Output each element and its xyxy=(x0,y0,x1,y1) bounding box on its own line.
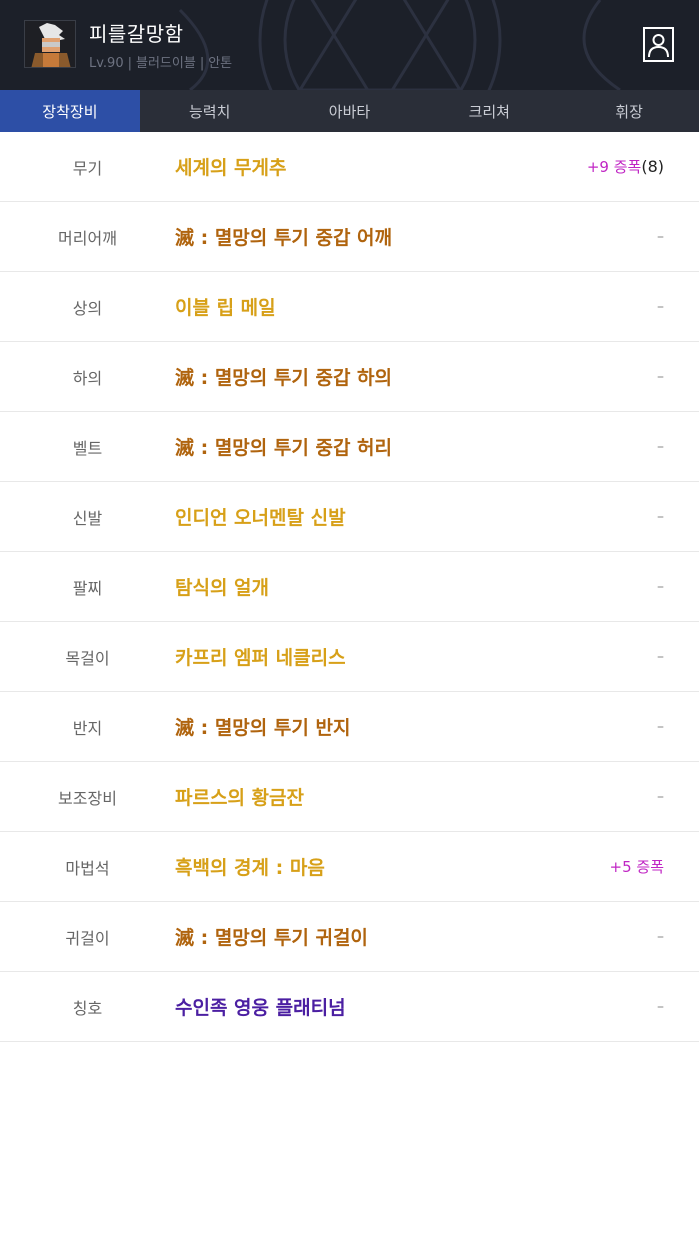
equipment-row[interactable]: 신발 인디언 오너멘탈 신발 – xyxy=(0,482,699,552)
character-avatar[interactable] xyxy=(24,20,76,68)
info-separator: | xyxy=(127,56,132,71)
empty-indicator: – xyxy=(657,998,664,1015)
empty-indicator: – xyxy=(657,298,664,315)
tab-emblem[interactable]: 휘장 xyxy=(559,90,699,132)
equipment-row[interactable]: 귀걸이 滅 : 멸망의 투기 귀걸이 – xyxy=(0,902,699,972)
equipment-list: 무기 세계의 무게추 +9 증폭(8) 머리어깨 滅 : 멸망의 투기 중갑 어깨 – 상의… xyxy=(0,132,699,1042)
empty-indicator: – xyxy=(657,578,664,595)
slot-label: 상의 xyxy=(72,298,103,318)
character-portrait-icon xyxy=(25,21,75,67)
amplify-value: +5 증폭 xyxy=(609,858,664,876)
item-name[interactable]: 흑백의 경계 : 마음 xyxy=(175,853,325,880)
profile-icon xyxy=(648,34,669,58)
equipment-row[interactable]: 칭호 수인족 영웅 플래티넘 – xyxy=(0,972,699,1042)
empty-indicator: – xyxy=(657,788,664,805)
tab-avatar[interactable]: 아바타 xyxy=(280,90,420,132)
amplify-info: +5 증폭 xyxy=(610,856,664,877)
tab-bar: 장착장비 능력치 아바타 크리쳐 휘장 xyxy=(0,90,699,132)
equipment-row[interactable]: 머리어깨 滅 : 멸망의 투기 중갑 어깨 – xyxy=(0,202,699,272)
item-name[interactable]: 인디언 오너멘탈 신발 xyxy=(175,503,346,530)
item-name[interactable]: 滅 : 멸망의 투기 반지 xyxy=(175,713,350,740)
empty-indicator: – xyxy=(657,228,664,245)
tab-stats[interactable]: 능력치 xyxy=(140,90,280,132)
tab-creature[interactable]: 크리쳐 xyxy=(419,90,559,132)
equipment-row[interactable]: 상의 이블 립 메일 – xyxy=(0,272,699,342)
item-name[interactable]: 滅 : 멸망의 투기 중갑 허리 xyxy=(175,433,392,460)
slot-label: 귀걸이 xyxy=(65,928,110,948)
empty-indicator: – xyxy=(657,508,664,525)
item-name[interactable]: 滅 : 멸망의 투기 중갑 어깨 xyxy=(175,223,392,250)
slot-label: 보조장비 xyxy=(58,788,117,808)
slot-label: 벨트 xyxy=(72,438,103,458)
equipment-row[interactable]: 반지 滅 : 멸망의 투기 반지 – xyxy=(0,692,699,762)
equipment-row[interactable]: 하의 滅 : 멸망의 투기 중갑 하의 – xyxy=(0,342,699,412)
character-header: 피를갈망함 Lv.90 | 블러드이블 | 안톤 xyxy=(0,0,699,90)
amplify-count: (8) xyxy=(641,157,664,176)
amplify-value: +9 증폭 xyxy=(586,158,642,176)
slot-label: 하의 xyxy=(72,368,103,388)
amplify-info: +9 증폭(8) xyxy=(587,156,664,177)
item-name[interactable]: 수인족 영웅 플래티넘 xyxy=(175,993,346,1020)
slot-label: 팔찌 xyxy=(72,578,103,598)
item-name[interactable]: 카프리 엠퍼 네클리스 xyxy=(175,643,346,670)
character-server: 안톤 xyxy=(208,56,233,71)
character-level: Lv.90 xyxy=(89,56,124,71)
empty-indicator: – xyxy=(657,718,664,735)
slot-label: 신발 xyxy=(72,508,103,528)
profile-button[interactable] xyxy=(643,27,674,62)
slot-label: 목걸이 xyxy=(65,648,110,668)
equipment-row[interactable]: 보조장비 파르스의 황금잔 – xyxy=(0,762,699,832)
equipment-row[interactable]: 무기 세계의 무게추 +9 증폭(8) xyxy=(0,132,699,202)
tab-equipment[interactable]: 장착장비 xyxy=(0,90,140,132)
item-name[interactable]: 탐식의 얼개 xyxy=(175,573,269,600)
slot-label: 마법석 xyxy=(65,858,110,878)
character-name: 피를갈망함 xyxy=(89,22,184,46)
slot-label: 반지 xyxy=(72,718,103,738)
equipment-row[interactable]: 팔찌 탐식의 얼개 – xyxy=(0,552,699,622)
slot-label: 머리어깨 xyxy=(58,228,117,248)
item-name[interactable]: 세계의 무게추 xyxy=(175,153,287,180)
equipment-row[interactable]: 마법석 흑백의 경계 : 마음 +5 증폭 xyxy=(0,832,699,902)
empty-indicator: – xyxy=(657,928,664,945)
item-name[interactable]: 파르스의 황금잔 xyxy=(175,783,304,810)
empty-indicator: – xyxy=(657,368,664,385)
empty-indicator: – xyxy=(657,438,664,455)
item-name[interactable]: 滅 : 멸망의 투기 귀걸이 xyxy=(175,923,368,950)
item-name[interactable]: 滅 : 멸망의 투기 중갑 하의 xyxy=(175,363,392,390)
item-name[interactable]: 이블 립 메일 xyxy=(175,293,276,320)
character-job: 블러드이블 xyxy=(136,56,196,71)
empty-indicator: – xyxy=(657,648,664,665)
equipment-row[interactable]: 벨트 滅 : 멸망의 투기 중갑 허리 – xyxy=(0,412,699,482)
slot-label: 무기 xyxy=(72,158,103,178)
character-info: Lv.90 | 블러드이블 | 안톤 xyxy=(89,52,232,71)
info-separator: | xyxy=(199,56,205,71)
equipment-row[interactable]: 목걸이 카프리 엠퍼 네클리스 – xyxy=(0,622,699,692)
slot-label: 칭호 xyxy=(72,998,103,1018)
